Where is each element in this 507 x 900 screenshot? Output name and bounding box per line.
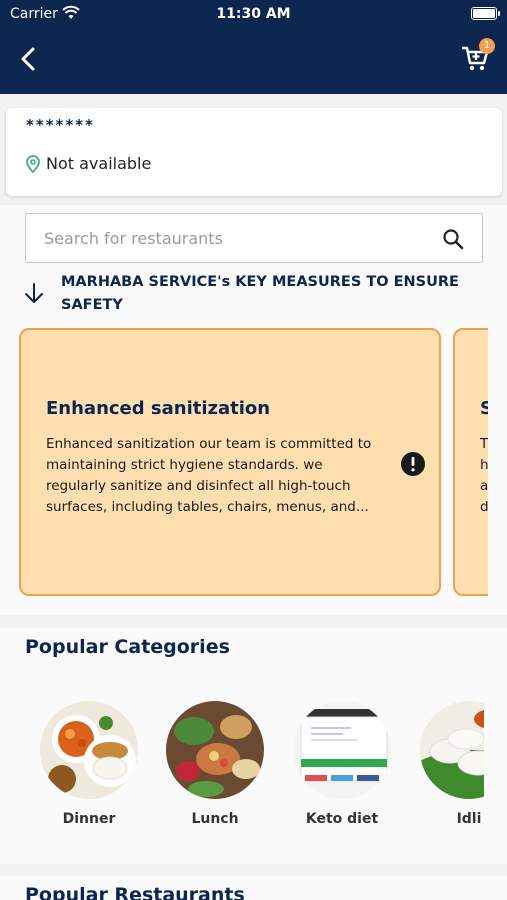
status-bar: Carrier 11:30 AM [0,0,507,28]
info-icon[interactable] [401,452,425,476]
category-item-dinner[interactable]: Dinner [29,698,149,848]
category-label: Dinner [62,811,116,827]
category-item-idli[interactable]: Idli [409,698,484,848]
popular-restaurants-section: Popular Restaurants [0,876,507,900]
popular-categories-section: Popular Categories Dinner Lunch Keto die… [0,628,507,864]
category-label: Keto diet [305,811,379,827]
category-item-lunch[interactable]: Lunch [155,698,275,848]
cart-badge: 1 [479,38,495,54]
arrow-down-icon [25,283,43,303]
search-icon[interactable] [442,228,464,250]
safety-title: MARHABA SERVICE's KEY MEASURES TO ENSURE… [61,274,459,313]
address-location: Not available [46,154,152,173]
category-image [40,701,138,799]
safety-card-description: T h a d [480,436,488,515]
category-image [420,701,484,799]
safety-card-description: Enhanced sanitization our team is commit… [46,436,372,515]
app-header: Carrier 11:30 AM 1 [0,0,507,94]
address-card[interactable]: ******* Not available [6,108,502,196]
search-bar [25,213,483,263]
categories-heading: Popular Categories [25,636,230,658]
back-button[interactable] [14,44,44,74]
category-label: Lunch [191,811,239,827]
address-location-row: Not available [26,154,151,173]
safety-card-title: S [480,398,488,419]
location-pin-icon [26,154,40,173]
search-input[interactable] [44,214,424,262]
safety-card[interactable]: Enhanced sanitization Enhanced sanitizat… [19,328,441,596]
status-time: 11:30 AM [216,6,291,22]
category-image [166,701,264,799]
categories-carousel[interactable]: Dinner Lunch Keto diet Idli [0,698,484,848]
safety-card[interactable]: S T h a d [453,328,488,596]
category-image [293,701,391,799]
category-label: Idli [456,811,482,827]
address-name: ******* [26,116,95,134]
safety-cards-carousel[interactable]: Enhanced sanitization Enhanced sanitizat… [19,328,488,598]
battery-icon [471,7,500,20]
category-item-keto-diet[interactable]: Keto diet [282,698,402,848]
restaurants-heading: Popular Restaurants [25,884,245,900]
main-panel: MARHABA SERVICE's KEY MEASURES TO ENSURE… [0,205,507,615]
safety-card-title: Enhanced sanitization [46,398,271,419]
